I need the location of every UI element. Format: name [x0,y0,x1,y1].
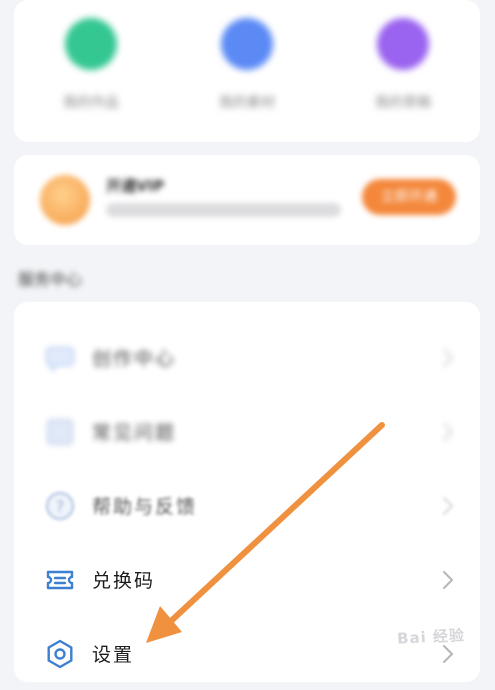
menu-item-creator-center[interactable]: 创作中心 [14,322,480,394]
chevron-right-icon [443,497,454,515]
menu-item-redeem-code[interactable]: 兑换码 [14,544,480,616]
materials-icon [221,18,273,70]
menu-card: 创作中心 常见问题 ? 帮助与反馈 兑换码 设置 [14,302,480,682]
menu-item-label: 常见问题 [92,422,177,444]
quick-action-label: 我的草稿 [375,95,431,111]
ticket-icon [46,570,74,590]
works-icon [65,18,117,70]
chevron-right-icon [443,349,454,367]
watermark: Bai 经验 [396,626,466,648]
section-title: 服务中心 [18,270,83,289]
question-icon: ? [46,492,74,520]
settings-icon [47,639,73,669]
vip-avatar [40,175,90,225]
chevron-right-icon [443,423,454,441]
menu-item-label: 设置 [92,644,135,666]
document-icon [47,419,73,445]
quick-action-drafts[interactable]: 我的草稿 [348,18,458,112]
vip-open-button[interactable]: 立即开通 [362,179,456,215]
menu-item-help-feedback[interactable]: ? 帮助与反馈 [14,470,480,542]
drafts-icon [377,18,429,70]
quick-actions-card: 我的作品 我的素材 我的草稿 [14,0,480,142]
menu-item-label: 创作中心 [92,348,177,370]
chevron-right-icon [443,571,454,589]
chevron-right-icon [443,645,454,663]
quick-action-label: 我的作品 [63,95,119,111]
quick-action-label: 我的素材 [219,95,275,111]
vip-card[interactable]: 开通VIP 立即开通 [14,155,480,245]
svg-text:?: ? [56,497,65,516]
quick-action-materials[interactable]: 我的素材 [192,18,302,112]
menu-item-faq[interactable]: 常见问题 [14,396,480,468]
menu-item-label: 兑换码 [92,570,156,592]
vip-subtitle [106,203,341,217]
quick-action-works[interactable]: 我的作品 [36,18,146,112]
vip-title: 开通VIP [106,177,165,195]
chat-icon [46,347,74,373]
menu-item-label: 帮助与反馈 [92,496,198,518]
